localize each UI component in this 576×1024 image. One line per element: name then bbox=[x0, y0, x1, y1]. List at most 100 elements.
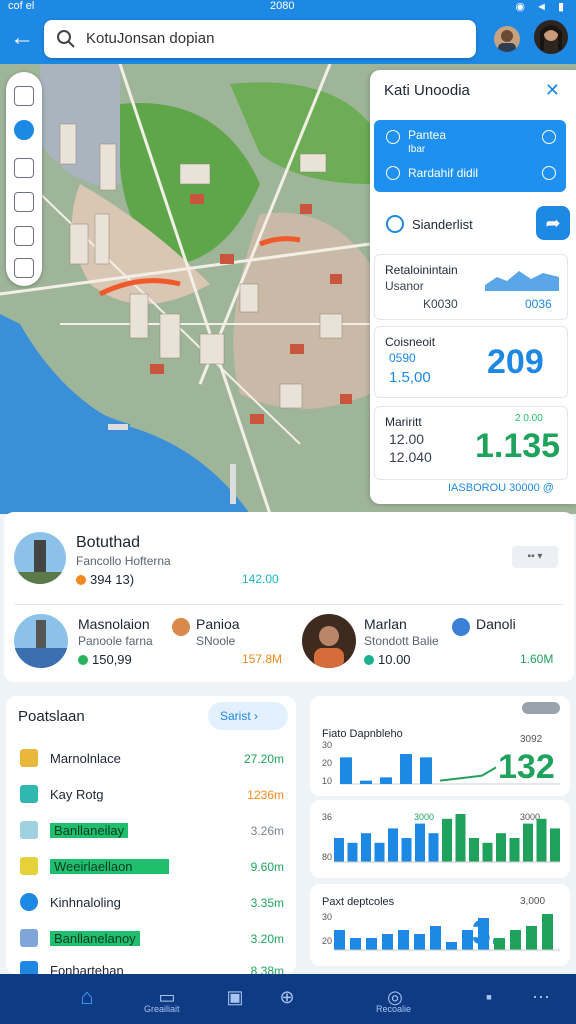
info-icon bbox=[20, 961, 38, 974]
store-icon bbox=[20, 749, 38, 767]
close-icon[interactable]: ✕ bbox=[545, 80, 560, 101]
chart3-axis-label: 20 bbox=[322, 936, 332, 946]
search-field[interactable]: KotuJonsan dopian bbox=[44, 20, 476, 58]
chart2-svg: 36803000 3000 bbox=[322, 812, 560, 863]
card1-sparkline bbox=[485, 271, 559, 291]
building-icon bbox=[20, 785, 38, 803]
person-photo[interactable] bbox=[302, 614, 356, 668]
chart3-svg: 30 20 bbox=[322, 912, 560, 951]
place-name[interactable]: Botuthad bbox=[76, 534, 140, 552]
card2-title: Coisneoit bbox=[385, 335, 436, 349]
list-item[interactable]: Banllanelanoy 3.20m bbox=[6, 922, 296, 956]
chat-icon[interactable] bbox=[14, 120, 34, 140]
chart2-bar bbox=[388, 828, 398, 862]
place-distance-4: 1.60M bbox=[520, 652, 554, 666]
list-item[interactable]: Weeirlaellaon 9.60m bbox=[6, 850, 296, 884]
camera-icon[interactable] bbox=[14, 258, 34, 278]
compass-icon[interactable]: ⊕ bbox=[276, 986, 298, 1008]
store-icon[interactable] bbox=[14, 86, 34, 106]
back-arrow-icon[interactable]: ← bbox=[8, 24, 36, 52]
list-item-value: 9.60m bbox=[250, 860, 284, 874]
chart2-bar bbox=[374, 842, 385, 862]
list-item[interactable]: Kinhnaloling 3.35m bbox=[6, 886, 296, 920]
card1-title: Retaloinintain bbox=[385, 263, 458, 277]
rating-dot-icon bbox=[364, 655, 374, 665]
place-rating-2: 150,99 bbox=[78, 652, 132, 667]
chart2-bar bbox=[523, 823, 533, 862]
chart2-axis-label: 36 bbox=[322, 812, 332, 822]
map-icon bbox=[20, 857, 38, 875]
cloud-icon bbox=[20, 821, 38, 839]
panel-footer: IASBOROU 30000 @ bbox=[448, 482, 554, 494]
list-item-name: Kay Rotg bbox=[50, 787, 104, 802]
chart2-bar bbox=[550, 828, 560, 862]
route-option-2: Rardahif didil bbox=[408, 166, 479, 180]
chart1-bar bbox=[420, 757, 432, 784]
more-icon[interactable]: ⋯ bbox=[530, 986, 552, 1008]
friend-avatar[interactable] bbox=[494, 26, 520, 52]
card1-sub: Usanor bbox=[385, 279, 424, 293]
user-avatar[interactable] bbox=[534, 20, 568, 54]
place-name-3[interactable]: Panioa bbox=[196, 616, 240, 632]
list-item-name: Fonhartehan bbox=[50, 963, 124, 974]
status-icons: ◉ ◄ ▮ bbox=[515, 1, 568, 13]
notifications-icon[interactable]: ▪ bbox=[478, 986, 500, 1008]
search-query: KotuJonsan dopian bbox=[86, 30, 215, 47]
shield-icon[interactable] bbox=[14, 158, 34, 178]
chart3-bar bbox=[510, 930, 521, 950]
list-item[interactable]: Marnolnlace 27.20m bbox=[6, 742, 296, 776]
home-icon[interactable]: ⌂ bbox=[76, 986, 98, 1008]
chart-panel-1: Fiato Dapnbleho 3092 132 30 20 10 bbox=[310, 696, 570, 796]
start-button[interactable]: Sarist › bbox=[208, 702, 288, 730]
radio-icon bbox=[386, 215, 404, 233]
place-name-5[interactable]: Danoli bbox=[476, 616, 516, 632]
wallet-icon[interactable]: ▣ bbox=[224, 986, 246, 1008]
list-item-name: Marnolnlace bbox=[50, 751, 121, 766]
place-name-4[interactable]: Marlan bbox=[364, 616, 407, 632]
chart2-bar bbox=[347, 842, 358, 862]
place-thumbnail[interactable] bbox=[14, 532, 66, 584]
place-distance: 142.00 bbox=[242, 572, 279, 586]
list-header: Poatslaan Sarist › bbox=[6, 696, 296, 736]
stat-card-3: Mariritt 2 0.00 12.00 12.040 1.135 bbox=[374, 406, 568, 480]
list-item-name: Banllaneilay bbox=[50, 823, 129, 838]
list-item-value: 3.35m bbox=[250, 896, 284, 910]
route-options-box[interactable]: Pantea Ibar Rardahif didil bbox=[374, 120, 566, 192]
list-title: Poatslaan bbox=[18, 708, 85, 725]
history-icon[interactable] bbox=[14, 192, 34, 212]
chart2-bar bbox=[415, 823, 425, 862]
places-panel: Botuthad Fancollo Hofterna 394 13) 142.0… bbox=[4, 512, 574, 682]
chart2-bar bbox=[334, 838, 344, 862]
refresh-icon[interactable] bbox=[542, 166, 556, 180]
chart3-bar bbox=[478, 918, 489, 950]
place-name-2[interactable]: Masnolaion bbox=[78, 616, 150, 632]
place-subtitle-2: Panoole farna bbox=[78, 634, 153, 648]
list-item-value: 3.20m bbox=[250, 932, 284, 946]
chart3-bar bbox=[382, 934, 393, 950]
place-subtitle-4: Stondott Balie bbox=[364, 634, 439, 648]
standard-option[interactable]: Sianderlist ➦ bbox=[374, 206, 570, 244]
list-item-name: Weeirlaellaon bbox=[50, 859, 169, 874]
place-rating-value-2: 150,99 bbox=[92, 652, 132, 667]
stat-card-1: Retaloinintain Usanor K0030 0036 bbox=[374, 254, 568, 320]
chart3-bar bbox=[494, 938, 505, 950]
list-item[interactable]: Banllaneilay 3.26m bbox=[6, 814, 296, 848]
carrier-label: cof el bbox=[8, 0, 35, 12]
chart2-bar bbox=[482, 842, 493, 862]
location-icon[interactable] bbox=[14, 226, 34, 246]
chart2-bar bbox=[469, 838, 479, 862]
list-item[interactable]: Kay Rotg 1236m bbox=[6, 778, 296, 812]
directions-icon[interactable]: ➦ bbox=[536, 206, 570, 240]
sort-dropdown[interactable]: ▪▪ ▾ bbox=[512, 546, 558, 568]
card2-big-value: 209 bbox=[487, 343, 544, 381]
person-icon bbox=[172, 618, 190, 636]
card3-tag: 2 0.00 bbox=[515, 413, 543, 424]
info-icon[interactable] bbox=[542, 130, 556, 144]
list-item[interactable]: Fonhartehan 8.38m bbox=[6, 954, 296, 974]
check-icon bbox=[386, 166, 400, 180]
place-thumbnail-2[interactable] bbox=[14, 614, 68, 668]
chart2-axis-label: 80 bbox=[322, 852, 332, 862]
pin-icon bbox=[386, 130, 400, 144]
list-item-value: 1236m bbox=[247, 788, 284, 802]
clock: 2080 bbox=[270, 0, 295, 12]
